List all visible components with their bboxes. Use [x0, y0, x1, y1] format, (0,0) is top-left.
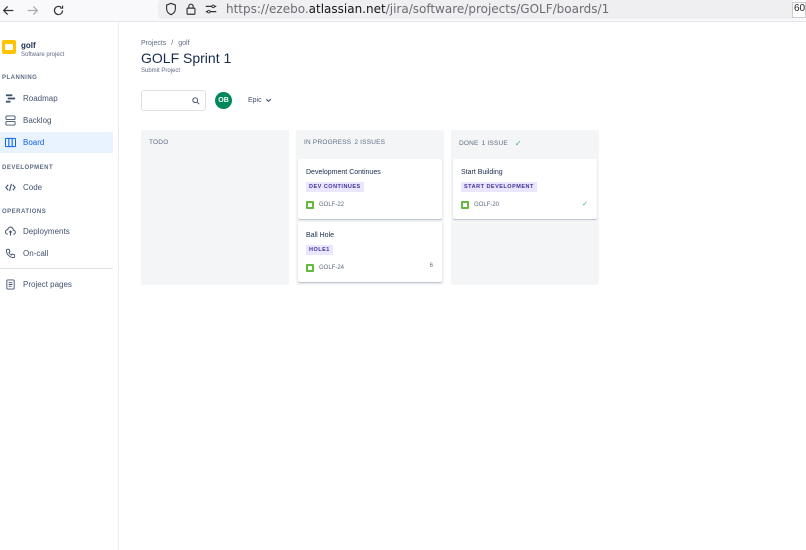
sidebar-item-backlog[interactable]: Backlog: [0, 110, 113, 131]
column-header: TODO: [149, 139, 168, 146]
url-text: https://ezebo.atlassian.net/jira/softwar…: [226, 2, 610, 16]
sidebar-item-label: Backlog: [23, 116, 52, 125]
backlog-icon: [4, 115, 16, 127]
sprint-goal: Submit Project: [141, 68, 181, 74]
epic-filter-label: Epic: [248, 97, 262, 104]
sidebar-item-label: Project pages: [23, 280, 72, 289]
sidebar: golf Software project PLANNING Roadmap B…: [0, 22, 119, 550]
section-heading-operations: OPERATIONS: [2, 209, 47, 215]
issue-key: GOLF-20: [474, 202, 500, 208]
chevron-down-icon: [265, 98, 271, 103]
epic-label: DEV CONTINUES: [306, 182, 364, 192]
sidebar-item-on-call[interactable]: On-call: [0, 243, 113, 264]
sidebar-item-label: Deployments: [23, 227, 70, 236]
issue-count: 1 ISSUE: [481, 140, 508, 147]
issue-card[interactable]: Start Building START DEVELOPMENT GOLF-20…: [453, 159, 597, 219]
avatar[interactable]: OB: [215, 92, 232, 109]
story-icon: [306, 201, 314, 209]
column-title: IN PROGRESS: [304, 139, 352, 146]
breadcrumb: Projects / golf: [141, 40, 190, 47]
deployments-icon: [4, 226, 16, 238]
sidebar-item-label: Roadmap: [23, 94, 58, 103]
story-icon: [461, 201, 469, 209]
reload-button[interactable]: [50, 2, 66, 18]
project-name[interactable]: golf: [21, 41, 36, 50]
done-check-icon: ✓: [582, 201, 588, 208]
sidebar-item-deployments[interactable]: Deployments: [0, 221, 113, 242]
card-footer: GOLF-20: [461, 201, 499, 209]
breadcrumb-projects[interactable]: Projects: [141, 40, 166, 47]
section-heading-development: DEVELOPMENT: [2, 165, 54, 171]
search-input[interactable]: [141, 90, 206, 111]
arrow-left-icon: [2, 5, 13, 15]
sidebar-item-label: Board: [23, 138, 45, 147]
card-title: Development Continues: [306, 169, 381, 176]
pages-icon: [4, 279, 16, 291]
lock-icon: [186, 3, 196, 15]
sidebar-divider: [0, 268, 113, 269]
story-points: 6: [429, 263, 433, 269]
browser-toolbar: https://ezebo.atlassian.net/jira/softwar…: [0, 0, 806, 22]
card-title: Ball Hole: [306, 232, 335, 239]
sidebar-item-label: On-call: [23, 249, 49, 258]
reload-icon: [53, 5, 63, 15]
column-header: DONE 1 ISSUE ✓: [459, 139, 522, 148]
project-avatar-icon: [2, 40, 16, 54]
section-heading-planning: PLANNING: [2, 75, 38, 81]
forward-button[interactable]: [24, 2, 40, 18]
back-button[interactable]: [0, 2, 16, 18]
epic-label: HOLE1: [306, 245, 333, 255]
page-title: GOLF Sprint 1: [141, 50, 232, 66]
breadcrumb-project[interactable]: golf: [178, 40, 189, 47]
sidebar-item-project-pages[interactable]: Project pages: [0, 274, 113, 295]
epic-label: START DEVELOPMENT: [461, 182, 537, 192]
card-footer: GOLF-24: [306, 264, 344, 272]
done-check-icon: ✓: [514, 139, 522, 148]
epic-filter-dropdown[interactable]: Epic: [248, 97, 272, 104]
permissions-icon[interactable]: [204, 2, 218, 16]
breadcrumb-separator: /: [171, 40, 174, 47]
story-icon: [306, 264, 314, 272]
board-column-todo: TODO: [141, 130, 289, 285]
on-call-icon: [4, 248, 16, 260]
card-footer: GOLF-22: [306, 201, 344, 209]
issue-card[interactable]: Ball Hole HOLE1 GOLF-24 6: [298, 222, 442, 282]
column-title: DONE: [459, 140, 479, 147]
roadmap-icon: [4, 93, 16, 105]
column-header: IN PROGRESS 2 ISSUES: [304, 139, 385, 146]
board-icon: [4, 137, 16, 149]
sidebar-item-roadmap[interactable]: Roadmap: [0, 88, 113, 109]
issue-key: GOLF-24: [319, 265, 345, 271]
sidebar-item-code[interactable]: Code: [0, 177, 113, 198]
project-type: Software project: [21, 52, 65, 58]
project-header[interactable]: [2, 40, 16, 54]
issue-key: GOLF-22: [319, 202, 345, 208]
arrow-right-icon: [27, 5, 38, 15]
zoom-level[interactable]: 60%: [792, 2, 806, 18]
issue-card[interactable]: Development Continues DEV CONTINUES GOLF…: [298, 159, 442, 219]
sidebar-item-label: Code: [23, 183, 43, 192]
column-title: TODO: [149, 139, 169, 146]
sidebar-item-board[interactable]: Board: [0, 132, 113, 153]
shield-icon: [166, 2, 176, 16]
search-icon: [192, 97, 200, 105]
code-icon: [4, 182, 16, 194]
issue-count: 2 ISSUES: [354, 139, 386, 146]
card-title: Start Building: [461, 169, 503, 176]
board-column-in-progress: IN PROGRESS 2 ISSUES Development Continu…: [296, 130, 444, 285]
url-bar[interactable]: https://ezebo.atlassian.net/jira/softwar…: [158, 0, 794, 19]
board-column-done: DONE 1 ISSUE ✓ Start Building START DEVE…: [451, 130, 599, 285]
